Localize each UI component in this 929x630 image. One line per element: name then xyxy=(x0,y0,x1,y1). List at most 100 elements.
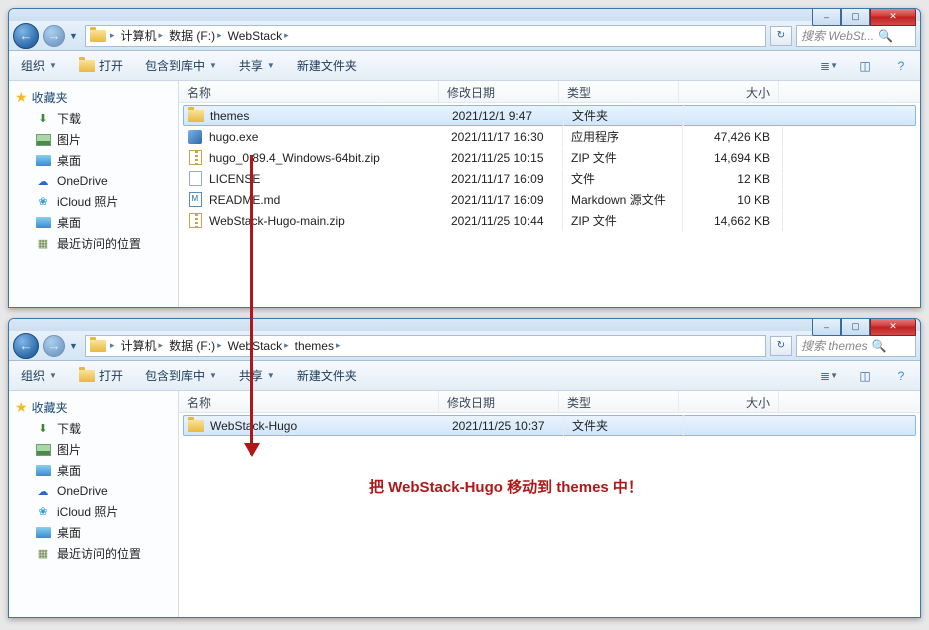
sidebar-item-onedrive[interactable]: ☁OneDrive xyxy=(9,171,178,191)
open-button[interactable]: 打开 xyxy=(75,55,127,76)
file-row[interactable]: WebStack-Hugo2021/11/25 10:37文件夹 xyxy=(183,415,916,436)
file-type: ZIP 文件 xyxy=(563,209,683,232)
sidebar-item-recent[interactable]: ▦最近访问的位置 xyxy=(9,543,178,564)
folder-icon xyxy=(188,418,204,434)
titlebar[interactable]: – ▢ ✕ xyxy=(9,319,920,331)
sidebar-item-pictures[interactable]: 图片 xyxy=(9,129,178,150)
column-date[interactable]: 修改日期 xyxy=(439,391,559,412)
include-in-library-menu[interactable]: 包含到库中▼ xyxy=(141,55,221,76)
search-input[interactable]: 搜索 WebSt... 🔍 xyxy=(796,25,916,47)
column-name[interactable]: 名称 xyxy=(179,391,439,412)
folder-icon xyxy=(90,28,106,44)
file-row[interactable]: LICENSE2021/11/17 16:09文件12 KB xyxy=(179,168,920,189)
address-bar: ← → ▼ ▸ 计算机▸ 数据 (F:)▸ WebStack▸ ↻ 搜索 Web… xyxy=(9,21,920,51)
favorites-header[interactable]: ★收藏夹 xyxy=(9,397,178,418)
favorites-header[interactable]: ★收藏夹 xyxy=(9,87,178,108)
file-size: 14,662 KB xyxy=(683,211,783,231)
maximize-button[interactable]: ▢ xyxy=(841,318,870,336)
explorer-window-1: – ▢ ✕ ← → ▼ ▸ 计算机▸ 数据 (F:)▸ WebStack▸ ↻ … xyxy=(8,8,921,308)
open-button[interactable]: 打开 xyxy=(75,365,127,386)
file-row[interactable]: README.md2021/11/17 16:09Markdown 源文件10 … xyxy=(179,189,920,210)
preview-pane-button[interactable]: ◫ xyxy=(854,365,876,387)
refresh-button[interactable]: ↻ xyxy=(770,26,792,46)
view-menu[interactable]: ≣▼ xyxy=(818,55,840,77)
file-row[interactable]: WebStack-Hugo-main.zip2021/11/25 10:44ZI… xyxy=(179,210,920,231)
crumb-1[interactable]: 计算机 xyxy=(121,27,157,44)
forward-button[interactable]: → xyxy=(43,25,65,47)
file-row[interactable]: themes2021/12/1 9:47文件夹 xyxy=(183,105,916,126)
crumb-1[interactable]: 计算机 xyxy=(121,337,157,354)
new-folder-button[interactable]: 新建文件夹 xyxy=(293,365,361,386)
nav-history-dropdown[interactable]: ▼ xyxy=(69,341,81,351)
sidebar-item-recent[interactable]: ▦最近访问的位置 xyxy=(9,233,178,254)
file-size: 10 KB xyxy=(683,190,783,210)
share-menu[interactable]: 共享▼ xyxy=(235,55,279,76)
open-icon xyxy=(79,58,95,74)
organize-menu[interactable]: 组织▼ xyxy=(17,365,61,386)
sidebar-item-desktop[interactable]: 桌面 xyxy=(9,460,178,481)
breadcrumb-bar[interactable]: ▸ 计算机▸ 数据 (F:)▸ WebStack▸ xyxy=(85,25,766,47)
sidebar-item-desktop-2[interactable]: 桌面 xyxy=(9,212,178,233)
column-type[interactable]: 类型 xyxy=(559,81,679,102)
sidebar-item-desktop[interactable]: 桌面 xyxy=(9,150,178,171)
pictures-icon xyxy=(35,132,51,148)
desktop-icon xyxy=(35,153,51,169)
help-button[interactable]: ? xyxy=(890,55,912,77)
crumb-4[interactable]: themes xyxy=(295,339,334,353)
file-size xyxy=(684,113,784,119)
file-row[interactable]: hugo_0.89.4_Windows-64bit.zip2021/11/25 … xyxy=(179,147,920,168)
column-size[interactable]: 大小 xyxy=(679,391,779,412)
close-button[interactable]: ✕ xyxy=(870,8,916,26)
toolbar: 组织▼ 打开 包含到库中▼ 共享▼ 新建文件夹 ≣▼ ◫ ? xyxy=(9,361,920,391)
organize-menu[interactable]: 组织▼ xyxy=(17,55,61,76)
preview-pane-button[interactable]: ◫ xyxy=(854,55,876,77)
minimize-button[interactable]: – xyxy=(812,8,841,26)
column-date[interactable]: 修改日期 xyxy=(439,81,559,102)
crumb-2[interactable]: 数据 (F:) xyxy=(169,337,215,354)
view-menu[interactable]: ≣▼ xyxy=(818,365,840,387)
close-button[interactable]: ✕ xyxy=(870,318,916,336)
icloud-icon: ❀ xyxy=(35,504,51,520)
crumb-3[interactable]: WebStack xyxy=(228,29,282,43)
file-name: README.md xyxy=(209,193,280,207)
maximize-button[interactable]: ▢ xyxy=(841,8,870,26)
back-button[interactable]: ← xyxy=(13,23,39,49)
include-in-library-menu[interactable]: 包含到库中▼ xyxy=(141,365,221,386)
sidebar-item-pictures[interactable]: 图片 xyxy=(9,439,178,460)
new-folder-button[interactable]: 新建文件夹 xyxy=(293,55,361,76)
forward-button[interactable]: → xyxy=(43,335,65,357)
search-input[interactable]: 搜索 themes 🔍 xyxy=(796,335,916,357)
onedrive-icon: ☁ xyxy=(35,483,51,499)
desktop-icon xyxy=(35,463,51,479)
sidebar-item-onedrive[interactable]: ☁OneDrive xyxy=(9,481,178,501)
share-menu[interactable]: 共享▼ xyxy=(235,365,279,386)
md-icon xyxy=(187,192,203,208)
refresh-button[interactable]: ↻ xyxy=(770,336,792,356)
file-row[interactable]: hugo.exe2021/11/17 16:30应用程序47,426 KB xyxy=(179,126,920,147)
icloud-icon: ❀ xyxy=(35,194,51,210)
sidebar-item-icloud[interactable]: ❀iCloud 照片 xyxy=(9,501,178,522)
column-type[interactable]: 类型 xyxy=(559,391,679,412)
sidebar-item-downloads[interactable]: ⬇下载 xyxy=(9,108,178,129)
annotation-text: 把 WebStack-Hugo 移动到 themes 中！ xyxy=(369,476,643,497)
file-list[interactable]: WebStack-Hugo2021/11/25 10:37文件夹 xyxy=(179,413,920,617)
file-name: WebStack-Hugo xyxy=(210,419,297,433)
column-size[interactable]: 大小 xyxy=(679,81,779,102)
crumb-2[interactable]: 数据 (F:) xyxy=(169,27,215,44)
column-name[interactable]: 名称 xyxy=(179,81,439,102)
nav-history-dropdown[interactable]: ▼ xyxy=(69,31,81,41)
file-type: 文件夹 xyxy=(564,104,684,127)
help-button[interactable]: ? xyxy=(890,365,912,387)
sidebar-item-downloads[interactable]: ⬇下载 xyxy=(9,418,178,439)
crumb-3[interactable]: WebStack xyxy=(228,339,282,353)
file-date: 2021/11/25 10:37 xyxy=(444,416,564,436)
address-bar: ← → ▼ ▸ 计算机▸ 数据 (F:)▸ WebStack▸ themes▸ … xyxy=(9,331,920,361)
back-button[interactable]: ← xyxy=(13,333,39,359)
file-list[interactable]: themes2021/12/1 9:47文件夹hugo.exe2021/11/1… xyxy=(179,103,920,307)
sidebar-item-icloud[interactable]: ❀iCloud 照片 xyxy=(9,191,178,212)
sidebar-item-desktop-2[interactable]: 桌面 xyxy=(9,522,178,543)
breadcrumb-bar[interactable]: ▸ 计算机▸ 数据 (F:)▸ WebStack▸ themes▸ xyxy=(85,335,766,357)
minimize-button[interactable]: – xyxy=(812,318,841,336)
file-date: 2021/11/17 16:30 xyxy=(443,127,563,147)
titlebar[interactable]: – ▢ ✕ xyxy=(9,9,920,21)
